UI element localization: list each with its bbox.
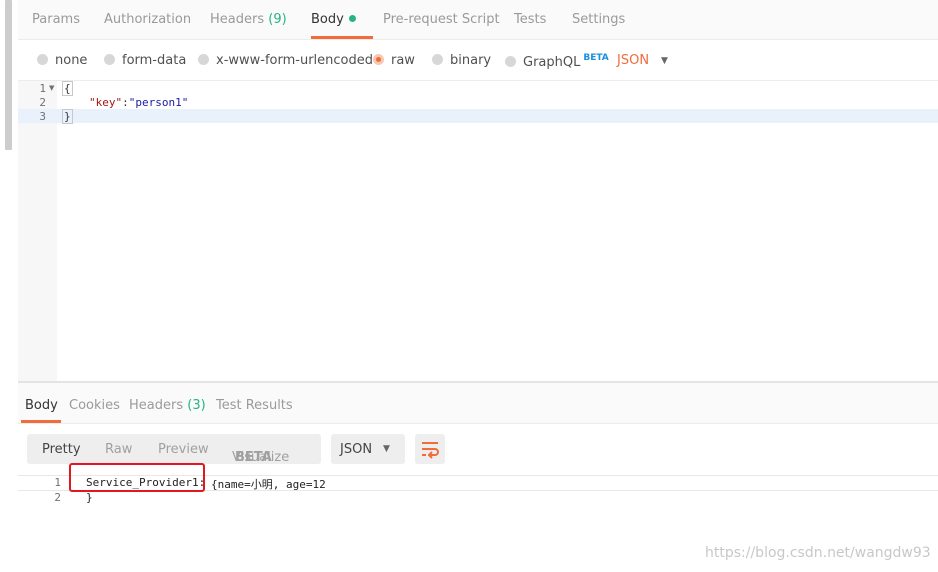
response-tab-headers-label: Headers — [129, 398, 184, 413]
mode-raw-button[interactable]: Raw — [105, 442, 132, 457]
chevron-down-icon: ▼ — [383, 444, 390, 454]
body-format-dropdown[interactable]: JSON ▼ — [617, 53, 668, 68]
response-text-payload: {name=小明, age=12 — [211, 478, 326, 491]
response-tab-headers[interactable]: Headers (3) — [129, 398, 206, 413]
request-tabs-bar: Params Authorization Headers (9) Body Pr… — [18, 0, 938, 40]
code-line-1: { — [62, 81, 73, 96]
tab-pre-request-script[interactable]: Pre-request Script — [383, 12, 500, 27]
tab-body-label: Body — [311, 12, 344, 27]
response-tab-headers-count: (3) — [187, 398, 206, 413]
fold-arrow-icon[interactable]: ▼ — [49, 84, 54, 92]
body-format-label: JSON — [617, 53, 650, 68]
response-tabs-bar: Body Cookies Headers (3) Test Results — [18, 383, 938, 424]
active-response-tab-indicator — [21, 420, 61, 423]
radio-binary-label: binary — [450, 53, 492, 68]
visualize-beta-badge: BETA — [235, 450, 272, 465]
radio-binary-icon — [432, 54, 443, 65]
radio-graphql-icon — [505, 56, 516, 67]
mode-pretty-button[interactable]: Pretty — [42, 442, 81, 457]
tab-headers-label: Headers — [210, 12, 265, 27]
json-value: "person1" — [128, 96, 189, 109]
radio-graphql-label: GraphQL — [523, 55, 581, 70]
radio-none-label: none — [55, 53, 88, 68]
radio-form-data-label: form-data — [122, 53, 187, 68]
editor-gutter — [18, 81, 57, 381]
radio-urlencoded-label: x-www-form-urlencoded — [216, 53, 374, 68]
response-tab-test-results[interactable]: Test Results — [216, 398, 293, 413]
tab-params[interactable]: Params — [32, 12, 80, 27]
line-number: 1 — [39, 82, 46, 95]
response-tab-cookies[interactable]: Cookies — [69, 398, 120, 413]
response-tab-body[interactable]: Body — [25, 398, 58, 413]
view-mode-segmented: Pretty Raw Preview Visualize BETA — [27, 434, 321, 465]
radio-raw[interactable]: raw — [373, 53, 415, 68]
json-key: "key" — [89, 96, 123, 109]
tab-headers[interactable]: Headers (9) — [210, 12, 287, 27]
graphql-beta-badge: BETA — [583, 53, 609, 63]
response-format-dropdown[interactable]: JSON ▼ — [331, 434, 405, 464]
chevron-down-icon: ▼ — [661, 56, 668, 66]
open-brace: { — [62, 81, 73, 96]
highlight-annotation-box — [69, 463, 205, 492]
tab-body[interactable]: Body — [311, 12, 356, 27]
line-number: 1 — [54, 476, 61, 489]
line-number: 2 — [39, 96, 46, 109]
line-number: 3 — [39, 110, 46, 123]
watermark: https://blog.csdn.net/wangdw93 — [705, 545, 931, 561]
request-body-editor[interactable]: 1 ▼ 2 3 { "key":"person1" } — [18, 81, 938, 381]
left-panel-edge — [0, 0, 19, 572]
wrap-lines-icon — [422, 442, 439, 459]
radio-binary[interactable]: binary — [432, 53, 491, 68]
tab-settings[interactable]: Settings — [572, 12, 625, 27]
code-line-2: "key":"person1" — [89, 96, 188, 109]
json-colon: : — [122, 96, 129, 109]
response-format-label: JSON — [340, 442, 373, 457]
tab-headers-count: (9) — [268, 12, 287, 27]
wrap-lines-button[interactable] — [415, 434, 445, 464]
line-number: 2 — [54, 491, 61, 504]
active-line-highlight — [18, 109, 938, 123]
radio-urlencoded-icon — [198, 54, 209, 65]
close-brace: } — [62, 109, 73, 124]
radio-none[interactable]: none — [37, 53, 87, 68]
radio-x-www-form-urlencoded[interactable]: x-www-form-urlencoded — [198, 53, 373, 68]
radio-graphql[interactable]: GraphQL BETA — [505, 53, 609, 70]
body-modified-dot-icon — [348, 15, 356, 22]
mode-preview-button[interactable]: Preview — [158, 442, 209, 457]
tab-authorization[interactable]: Authorization — [104, 12, 191, 27]
radio-raw-selected-icon — [373, 54, 384, 65]
response-close-brace: } — [86, 491, 93, 504]
radio-form-data-icon — [104, 54, 115, 65]
radio-raw-label: raw — [391, 53, 415, 68]
code-line-3: } — [62, 109, 73, 124]
left-scrollbar[interactable] — [5, 0, 12, 150]
radio-none-icon — [37, 54, 48, 65]
tab-tests[interactable]: Tests — [514, 12, 546, 27]
radio-form-data[interactable]: form-data — [104, 53, 186, 68]
body-type-options: none form-data x-www-form-urlencoded raw… — [18, 40, 938, 81]
active-tab-indicator — [311, 36, 373, 39]
